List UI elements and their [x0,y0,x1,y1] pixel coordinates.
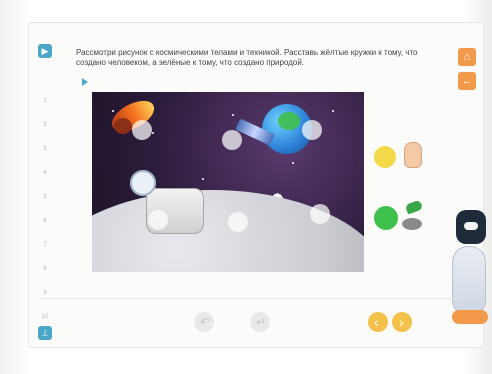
home-button[interactable]: ⌂ [458,48,476,66]
audio-play-icon[interactable] [82,78,88,86]
ruler-tick: 6 [43,218,47,224]
side-pointer-button[interactable]: ⟂ [38,326,52,340]
stone-icon [402,218,422,230]
ruler-tick: 8 [43,266,47,272]
moon-surface [92,190,364,272]
yellow-circle-token[interactable] [374,146,396,168]
task-instruction: Рассмотри рисунок с космическими телами … [76,48,418,67]
side-play-button[interactable]: ▶ [38,44,52,58]
green-circle-token[interactable] [374,206,398,230]
enter-button[interactable]: ↵ [250,312,270,332]
robot-body [452,246,486,316]
rover-dish [130,170,156,196]
robot-foot [452,310,488,324]
pointer-icon: ⟂ [41,328,48,338]
undo-button[interactable]: ↶ [194,312,214,332]
play-icon: ▶ [41,46,49,56]
ruler-tick: 2 [43,122,47,128]
chevron-left-icon: ‹ [374,314,379,330]
ruler-tick: 5 [43,194,47,200]
comet-rock [114,118,132,134]
left-ruler: 1 2 3 4 5 6 7 8 9 10 [32,44,52,334]
back-button[interactable]: ← [458,72,476,90]
earth-land [278,112,300,130]
ruler-tick: 10 [41,314,49,320]
bottom-divider [40,298,460,299]
enter-icon: ↵ [256,315,267,329]
ruler-tick: 4 [43,170,47,176]
prev-button[interactable]: ‹ [368,312,388,332]
space-scene-image [92,92,364,272]
ruler-tick: 7 [43,242,47,248]
ruler-tick: 1 [43,98,47,104]
ruler-tick: 3 [43,146,47,152]
home-icon: ⌂ [463,51,471,63]
back-arrow-icon: ← [461,75,473,87]
placement-circle-rover[interactable] [148,210,168,230]
undo-icon: ↶ [200,315,211,329]
chevron-right-icon: › [399,314,404,330]
placement-circle-earth[interactable] [302,120,322,140]
ruler-tick: 9 [43,290,47,296]
hand-icon [404,142,422,168]
next-button[interactable]: › [392,312,412,332]
placement-circle-moon[interactable] [228,212,248,232]
placement-circle-rocket[interactable] [310,204,330,224]
robot-face [464,222,478,230]
placement-circle-satellite[interactable] [222,130,242,150]
placement-circle-comet[interactable] [132,120,152,140]
